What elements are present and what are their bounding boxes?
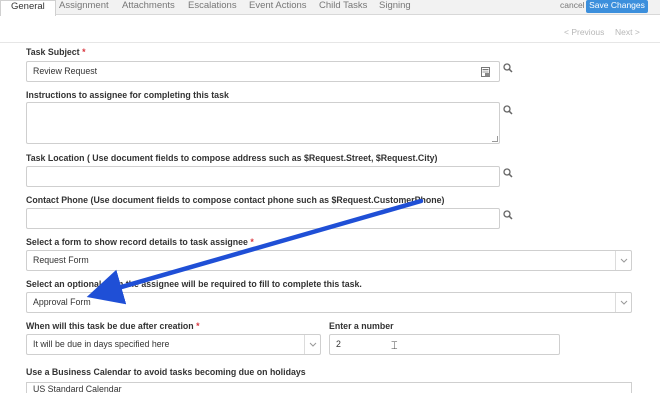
search-icon[interactable] (503, 168, 513, 178)
search-icon[interactable] (503, 210, 513, 220)
task-location-label: Task Location ( Use document fields to c… (26, 153, 438, 163)
required-marker: * (196, 321, 200, 331)
optional-form-label: Select an optional form the assignee wil… (26, 279, 362, 289)
text-cursor-icon: ⌶ (391, 340, 398, 352)
tab-event-actions[interactable]: Event Actions (249, 0, 307, 15)
number-label: Enter a number (329, 321, 394, 331)
task-subject-label: Task Subject * (26, 47, 86, 57)
contact-phone-label: Contact Phone (Use document fields to co… (26, 195, 445, 205)
resize-handle[interactable] (492, 136, 498, 142)
chevron-down-icon[interactable] (615, 293, 631, 312)
save-changes-button[interactable]: Save Changes (586, 0, 648, 13)
calendar-label: Use a Business Calendar to avoid tasks b… (26, 367, 306, 377)
tab-bar: General Assignment Attachments Escalatio… (0, 0, 660, 16)
calendar-select[interactable]: US Standard Calendar (26, 382, 632, 393)
search-icon[interactable] (503, 105, 513, 115)
contact-phone-input[interactable] (26, 208, 500, 229)
tab-general[interactable]: General (0, 0, 56, 16)
number-input[interactable]: 2 (329, 334, 560, 355)
tab-attachments[interactable]: Attachments (122, 0, 175, 15)
optional-form-select[interactable]: Approval Form (26, 292, 632, 313)
tab-child-tasks[interactable]: Child Tasks (319, 0, 367, 15)
record-form-label: Select a form to show record details to … (26, 237, 254, 247)
instructions-label: Instructions to assignee for completing … (26, 90, 229, 100)
record-form-select[interactable]: Request Form (26, 250, 632, 271)
required-marker: * (82, 47, 86, 57)
task-location-input[interactable] (26, 166, 500, 187)
previous-link[interactable]: < Previous (564, 27, 604, 37)
instructions-textarea[interactable] (26, 102, 500, 144)
tab-escalations[interactable]: Escalations (188, 0, 237, 15)
chevron-down-icon[interactable] (615, 251, 631, 270)
tab-assignment[interactable]: Assignment (59, 0, 109, 15)
document-icon[interactable] (481, 67, 491, 77)
tab-signing[interactable]: Signing (379, 0, 411, 15)
cancel-link[interactable]: cancel (560, 0, 585, 10)
chevron-down-icon[interactable] (304, 335, 320, 354)
due-label: When will this task be due after creatio… (26, 321, 200, 331)
task-subject-input[interactable]: Review Request (26, 61, 500, 82)
search-icon[interactable] (503, 63, 513, 73)
required-marker: * (250, 237, 254, 247)
due-select[interactable]: It will be due in days specified here (26, 334, 321, 355)
next-link[interactable]: Next > (615, 27, 640, 37)
